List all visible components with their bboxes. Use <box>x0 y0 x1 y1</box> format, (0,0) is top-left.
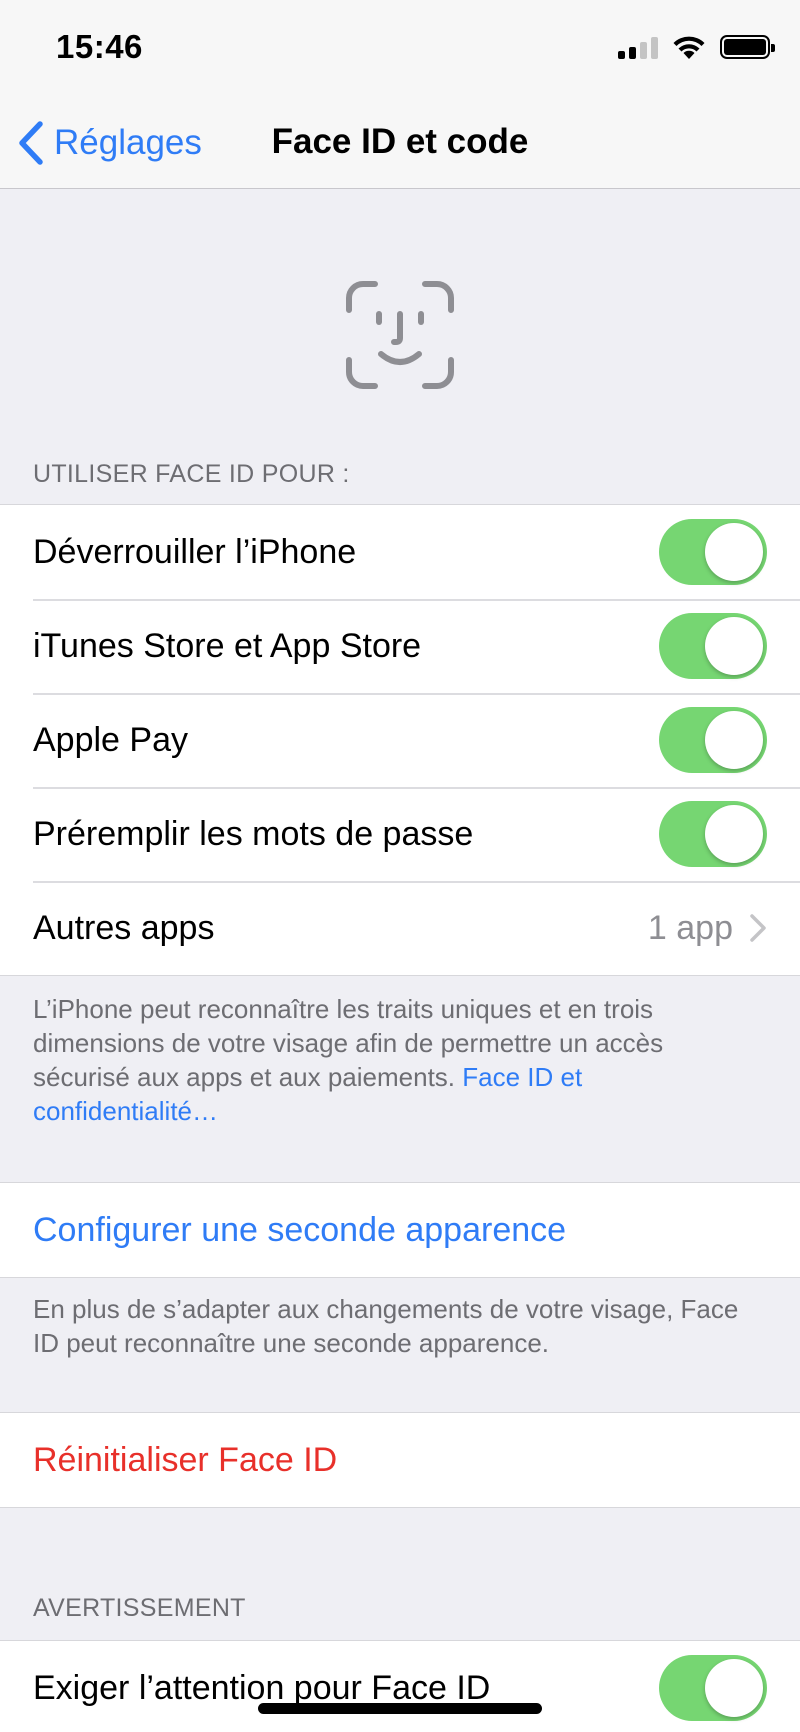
warning-group: Exiger l’attention pour Face ID <box>0 1640 800 1732</box>
row-other-apps[interactable]: Autres apps 1 app <box>0 881 800 975</box>
cellular-signal-icon <box>618 35 658 59</box>
section-header-warning: AVERTISSEMENT <box>33 1594 246 1622</box>
row-unlock-iphone: Déverrouiller l’iPhone <box>0 505 800 599</box>
setup-alt-appearance-button[interactable]: Configurer une seconde apparence <box>33 1211 767 1250</box>
alt-appearance-footnote: En plus de s’adapter aux changements de … <box>33 1294 739 1358</box>
use-faceid-group: Déverrouiller l’iPhone iTunes Store et A… <box>0 504 800 976</box>
reset-group: Réinitialiser Face ID <box>0 1412 800 1508</box>
page-title: Face ID et code <box>271 122 529 161</box>
row-setup-alt-appearance[interactable]: Configurer une seconde apparence <box>0 1183 800 1277</box>
reset-faceid-button[interactable]: Réinitialiser Face ID <box>33 1441 767 1480</box>
status-bar: 15:46 <box>0 0 800 100</box>
battery-icon <box>720 35 775 59</box>
row-label: Déverrouiller l’iPhone <box>33 532 357 571</box>
toggle-autofill-passwords[interactable] <box>659 801 767 867</box>
row-label: iTunes Store et App Store <box>33 626 422 665</box>
wifi-icon <box>673 36 705 59</box>
alt-appearance-group: Configurer une seconde apparence <box>0 1182 800 1278</box>
toggle-unlock-iphone[interactable] <box>659 519 767 585</box>
status-icons <box>618 34 775 60</box>
use-faceid-footnote: L’iPhone peut reconnaître les traits uni… <box>33 992 763 1128</box>
toggle-apple-pay[interactable] <box>659 707 767 773</box>
row-apple-pay: Apple Pay <box>0 693 800 787</box>
row-reset-faceid[interactable]: Réinitialiser Face ID <box>0 1413 800 1507</box>
row-autofill-passwords: Préremplir les mots de passe <box>0 787 800 881</box>
chevron-right-icon <box>750 914 766 942</box>
toggle-require-attention[interactable] <box>659 1655 767 1721</box>
toggle-itunes-app-store[interactable] <box>659 613 767 679</box>
row-label: Apple Pay <box>33 720 188 759</box>
face-id-icon <box>346 281 454 389</box>
row-label: Exiger l’attention pour Face ID <box>33 1668 491 1707</box>
row-require-attention: Exiger l’attention pour Face ID <box>0 1641 800 1732</box>
other-apps-count: 1 app <box>647 908 733 947</box>
row-label: Préremplir les mots de passe <box>33 814 474 853</box>
navigation-bar: Réglages Face ID et code <box>0 100 800 189</box>
section-header-use-faceid: UTILISER FACE ID POUR : <box>33 460 350 488</box>
home-indicator[interactable] <box>258 1703 542 1714</box>
row-itunes-app-store: iTunes Store et App Store <box>0 599 800 693</box>
row-label: Autres apps <box>33 908 215 947</box>
status-time: 15:46 <box>56 28 143 65</box>
